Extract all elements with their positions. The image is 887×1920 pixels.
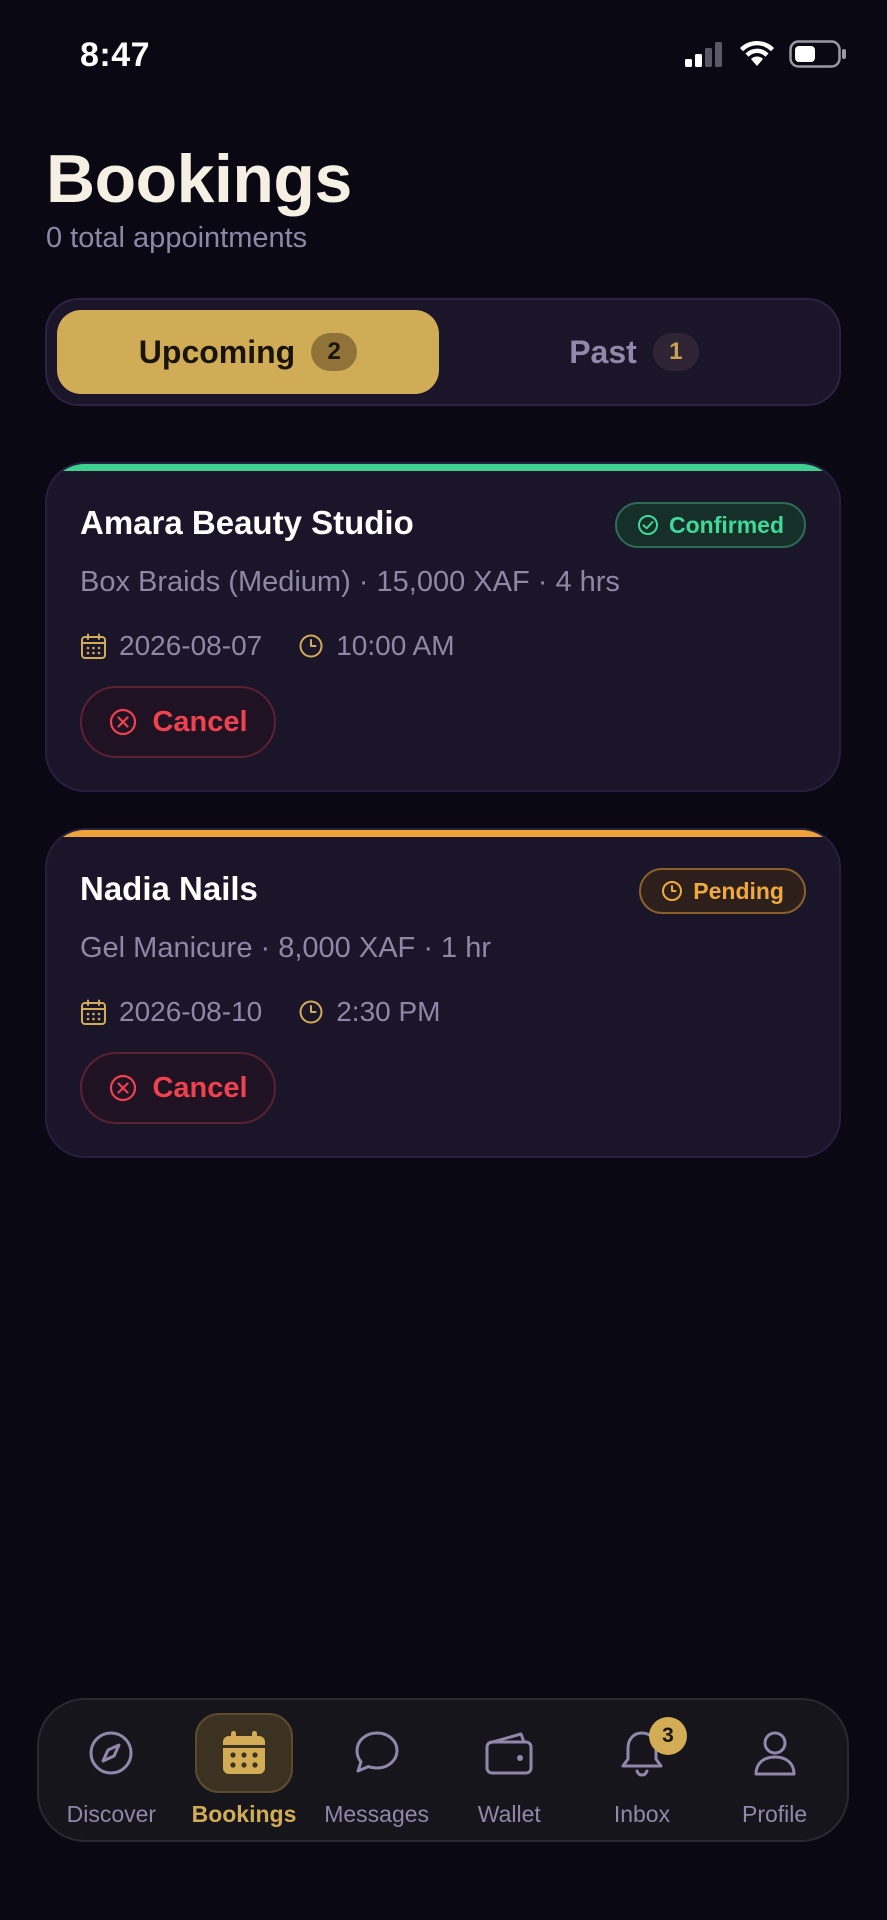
cancel-button[interactable]: Cancel [80, 1052, 276, 1124]
status-icons [685, 40, 847, 68]
nav-discover[interactable]: Discover [46, 1705, 176, 1835]
cancel-button-label: Cancel [152, 1071, 248, 1104]
status-badge-label: Pending [693, 877, 784, 904]
cancel-button[interactable]: Cancel [80, 686, 276, 758]
nav-inbox[interactable]: Inbox 3 [577, 1705, 707, 1835]
status-time: 8:47 [80, 36, 151, 74]
page-header: Bookings 0 total appointments [46, 140, 352, 255]
provider-name: Nadia Nails [80, 870, 258, 907]
card-status-accent [47, 464, 839, 471]
appointment-time: 2:30 PM [298, 996, 441, 1028]
tab-upcoming-count: 2 [311, 333, 358, 371]
provider-name: Amara Beauty Studio [80, 504, 414, 541]
page-title: Bookings [46, 141, 352, 217]
service-details: Gel Manicure · 8,000 XAF · 1 hr [80, 932, 491, 964]
inbox-badge: 3 [648, 1717, 687, 1755]
check-circle-icon [638, 515, 658, 535]
tab-past-count: 1 [652, 333, 699, 371]
compass-icon [89, 1731, 133, 1774]
clock-icon [299, 634, 323, 658]
appointment-time-text: 10:00 AM [336, 630, 455, 661]
battery-icon [789, 40, 846, 68]
nav-bookings-icon-wrap [194, 1712, 293, 1793]
appointment-date: 2026-08-10 [80, 996, 262, 1028]
status-badge: Pending [639, 868, 806, 914]
booking-card: Nadia Nails Pending Gel Manicure · 8,000… [45, 828, 841, 1158]
nav-messages-icon-wrap [328, 1713, 426, 1793]
chat-bubble-icon [355, 1731, 399, 1772]
calendar-icon [81, 633, 106, 659]
appointment-date-text: 2026-08-07 [119, 630, 263, 661]
tab-upcoming-label: Upcoming [138, 333, 296, 370]
nav-bookings[interactable]: Bookings [179, 1705, 309, 1835]
appointment-time: 10:00 AM [298, 630, 455, 662]
x-circle-icon [110, 708, 137, 736]
nav-profile-icon-wrap [726, 1713, 824, 1793]
nav-discover-label: Discover [66, 1800, 157, 1827]
nav-bookings-label: Bookings [191, 1800, 297, 1827]
status-bar: 8:47 [0, 0, 887, 110]
person-icon [754, 1731, 796, 1775]
clock-icon [299, 1000, 323, 1024]
nav-messages-label: Messages [324, 1800, 430, 1827]
booking-card: Amara Beauty Studio Confirmed Box Braids… [45, 462, 841, 792]
tab-past[interactable]: Past 1 [439, 310, 829, 394]
page-subtitle: 0 total appointments [46, 222, 308, 254]
appointment-date: 2026-08-07 [80, 630, 262, 662]
clock-icon [662, 881, 683, 901]
nav-inbox-label: Inbox [613, 1800, 671, 1827]
bottom-nav: Discover Bookings Messages Wallet Inbox … [37, 1698, 849, 1842]
nav-profile-label: Profile [742, 1800, 808, 1827]
nav-wallet-label: Wallet [477, 1800, 541, 1827]
appointment-time-text: 2:30 PM [336, 996, 441, 1027]
x-circle-icon [110, 1074, 137, 1102]
status-badge-label: Confirmed [669, 511, 784, 538]
nav-messages[interactable]: Messages [312, 1705, 442, 1835]
cancel-button-label: Cancel [152, 705, 248, 738]
nav-wallet[interactable]: Wallet [444, 1705, 574, 1835]
bookings-tab-switcher: Upcoming 2 Past 1 [45, 298, 841, 406]
nav-wallet-icon-wrap [460, 1713, 558, 1793]
status-badge: Confirmed [615, 502, 806, 548]
service-details: Box Braids (Medium) · 15,000 XAF · 4 hrs [80, 566, 620, 598]
nav-profile[interactable]: Profile [710, 1705, 840, 1835]
cellular-signal-icon [685, 42, 722, 67]
calendar-icon [222, 1730, 265, 1774]
calendar-icon [81, 999, 106, 1025]
nav-discover-icon-wrap [62, 1713, 160, 1793]
appointment-meta: 2026-08-10 2:30 PM [80, 996, 477, 1028]
appointment-date-text: 2026-08-10 [119, 996, 263, 1027]
wifi-icon [740, 40, 774, 66]
card-status-accent [47, 830, 839, 837]
tab-upcoming[interactable]: Upcoming 2 [57, 310, 439, 394]
tab-past-label: Past [569, 333, 637, 370]
wallet-icon [485, 1732, 533, 1774]
appointment-meta: 2026-08-07 10:00 AM [80, 630, 491, 662]
